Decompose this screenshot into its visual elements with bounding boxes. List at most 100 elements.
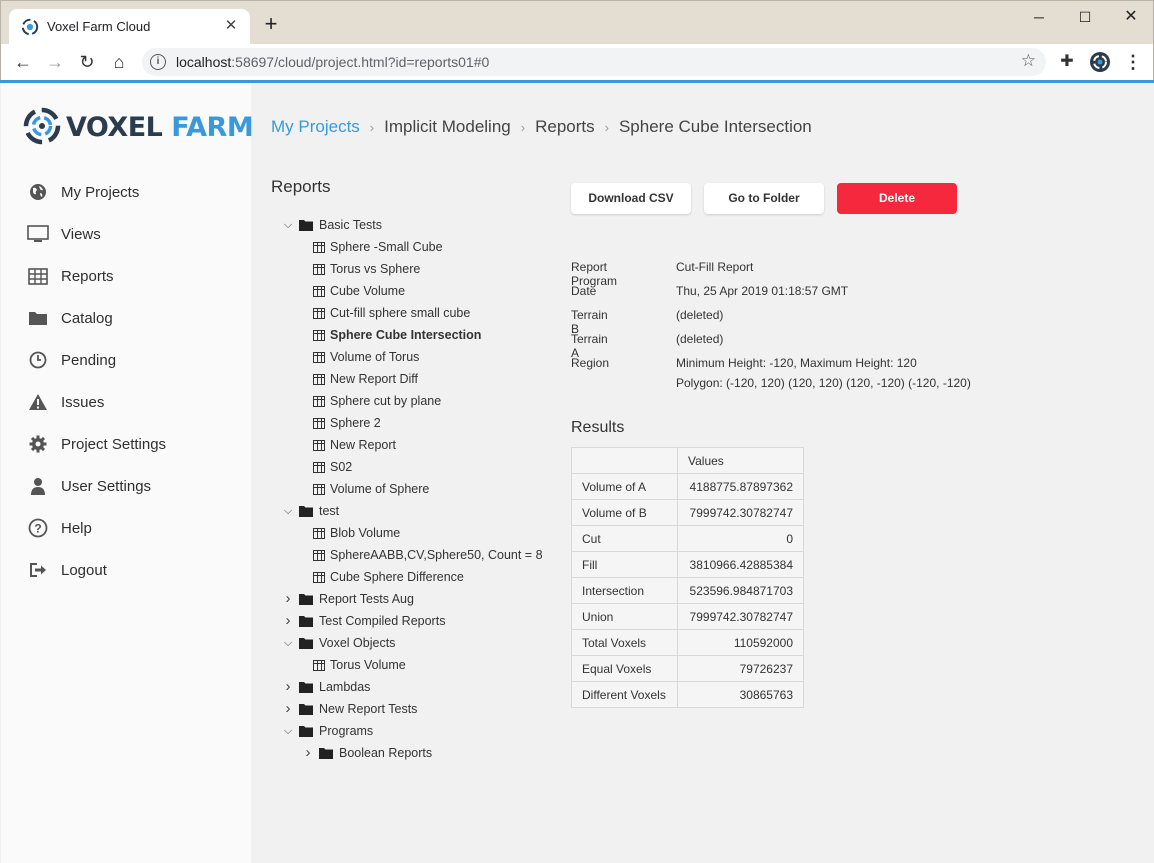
sidebar-item-my-projects[interactable]: My Projects xyxy=(1,171,251,213)
breadcrumb-implicit-modeling[interactable]: Implicit Modeling xyxy=(384,117,511,136)
reload-icon[interactable]: ↻ xyxy=(74,49,100,75)
tree-label: Torus Volume xyxy=(330,658,406,672)
tree-folder[interactable]: ⌵ Programs xyxy=(281,720,543,742)
clock-icon xyxy=(27,349,49,371)
site-info-icon[interactable]: i xyxy=(150,54,166,70)
go-to-folder-button[interactable]: Go to Folder xyxy=(704,183,824,214)
sidebar-item-help[interactable]: ? Help xyxy=(1,507,251,549)
tree-report[interactable]: Cube Volume xyxy=(281,280,543,302)
tree-report[interactable]: Cube Sphere Difference xyxy=(281,566,543,588)
tree-folder[interactable]: › Report Tests Aug xyxy=(281,588,543,610)
maximize-icon[interactable]: ☐ xyxy=(1062,5,1108,29)
new-tab-icon[interactable]: + xyxy=(259,13,283,37)
chevron-down-icon[interactable]: ⌵ xyxy=(281,218,295,232)
download-csv-button[interactable]: Download CSV xyxy=(571,183,691,214)
profile-avatar-icon[interactable] xyxy=(1089,51,1111,73)
tree-report[interactable]: Torus vs Sphere xyxy=(281,258,543,280)
sidebar-item-pending[interactable]: Pending xyxy=(1,339,251,381)
sidebar-item-issues[interactable]: Issues xyxy=(1,381,251,423)
results-row: Different Voxels 30865763 xyxy=(571,681,804,708)
detail-value: Minimum Height: -120, Maximum Height: 12… xyxy=(676,356,917,370)
table-icon xyxy=(313,329,325,341)
sidebar: VOXEL FARM My Projects Views Reports Cat… xyxy=(1,83,254,863)
back-arrow-icon[interactable]: ← xyxy=(10,49,36,75)
results-row: Equal Voxels 79726237 xyxy=(571,655,804,682)
sidebar-item-logout[interactable]: Logout xyxy=(1,549,251,591)
chevron-down-icon[interactable]: ⌵ xyxy=(281,636,295,650)
sidebar-item-catalog[interactable]: Catalog xyxy=(1,297,251,339)
forward-arrow-icon[interactable]: → xyxy=(42,49,68,75)
chevron-right-icon[interactable]: › xyxy=(281,591,295,606)
tree-report[interactable]: New Report xyxy=(281,434,543,456)
chevron-right-icon[interactable]: › xyxy=(301,745,315,760)
result-value: 110592000 xyxy=(677,629,804,656)
chevron-right-icon[interactable]: › xyxy=(281,701,295,716)
tree-folder[interactable]: ⌵ test xyxy=(281,500,543,522)
extensions-puzzle-icon[interactable]: ✚ xyxy=(1057,52,1077,72)
tree-folder[interactable]: › Test Compiled Reports xyxy=(281,610,543,632)
table-icon xyxy=(313,241,325,253)
results-header-cell: Values xyxy=(677,447,804,474)
warning-icon xyxy=(27,391,49,413)
tab-close-icon[interactable]: ✕ xyxy=(220,15,242,37)
results-row: Intersection 523596.984871703 xyxy=(571,577,804,604)
help-icon: ? xyxy=(27,517,49,539)
sidebar-item-views[interactable]: Views xyxy=(1,213,251,255)
breadcrumb-my-projects[interactable]: My Projects xyxy=(271,117,360,136)
tree-folder[interactable]: › Lambdas xyxy=(281,676,543,698)
sidebar-item-label: Issues xyxy=(61,393,105,411)
tree-label: Voxel Objects xyxy=(319,636,396,650)
detail-label: Date xyxy=(571,284,597,298)
detail-value-polygon: Polygon: (-120, 120) (120, 120) (120, -1… xyxy=(676,376,971,390)
breadcrumb-reports[interactable]: Reports xyxy=(535,117,595,136)
minimize-icon[interactable]: ─ xyxy=(1016,5,1062,29)
folder-icon xyxy=(299,616,313,627)
detail-value: Thu, 25 Apr 2019 01:18:57 GMT xyxy=(676,284,849,298)
tree-report[interactable]: Blob Volume xyxy=(281,522,543,544)
chevron-right-icon[interactable]: › xyxy=(281,679,295,694)
folder-icon xyxy=(299,506,313,517)
result-value: 0 xyxy=(677,525,804,552)
results-row: Fill 3810966.42885384 xyxy=(571,551,804,578)
tree-folder[interactable]: ⌵ Basic Tests xyxy=(281,214,543,236)
tree-report[interactable]: S02 xyxy=(281,456,543,478)
tree-report[interactable]: Volume of Sphere xyxy=(281,478,543,500)
breadcrumb-separator-icon: › xyxy=(520,120,526,135)
tree-label: Volume of Sphere xyxy=(330,482,430,496)
logo-word-voxel: VOXEL xyxy=(66,112,163,143)
sidebar-item-user-settings[interactable]: User Settings xyxy=(1,465,251,507)
result-value: 4188775.87897362 xyxy=(677,473,804,500)
home-icon[interactable]: ⌂ xyxy=(106,49,132,75)
browser-menu-icon[interactable]: ⋮ xyxy=(1123,50,1143,74)
window-close-icon[interactable]: ✕ xyxy=(1108,5,1154,29)
sidebar-item-project-settings[interactable]: Project Settings xyxy=(1,423,251,465)
tree-report[interactable]: Torus Volume xyxy=(281,654,543,676)
results-body: Volume of A 4188775.87897362 Volume of B 79… xyxy=(571,473,804,708)
chevron-down-icon[interactable]: ⌵ xyxy=(281,504,295,518)
sidebar-item-label: Project Settings xyxy=(61,435,167,453)
address-bar[interactable]: i localhost:58697/cloud/project.html?id=… xyxy=(142,48,1046,76)
tree-report[interactable]: Sphere cut by plane xyxy=(281,390,543,412)
tree-report[interactable]: SphereAABB,CV,Sphere50, Count = 8 xyxy=(281,544,543,566)
sidebar-item-reports[interactable]: Reports xyxy=(1,255,251,297)
tree-folder[interactable]: › New Report Tests xyxy=(281,698,543,720)
tree-report[interactable]: Sphere Cube Intersection xyxy=(281,324,543,346)
delete-button[interactable]: Delete xyxy=(837,183,957,214)
tree-report[interactable]: Sphere -Small Cube xyxy=(281,236,543,258)
chevron-right-icon[interactable]: › xyxy=(281,613,295,628)
tree-report[interactable]: New Report Diff xyxy=(281,368,543,390)
tree-report[interactable]: Sphere 2 xyxy=(281,412,543,434)
browser-tab[interactable]: Voxel Farm Cloud ✕ xyxy=(9,9,250,45)
table-icon xyxy=(313,461,325,473)
url-text[interactable]: localhost:58697/cloud/project.html?id=re… xyxy=(176,54,489,70)
tree-report[interactable]: Cut-fill sphere small cube xyxy=(281,302,543,324)
tree-folder[interactable]: ⌵ Voxel Objects xyxy=(281,632,543,654)
result-label: Different Voxels xyxy=(571,681,678,708)
tree-label: Sphere cut by plane xyxy=(330,394,442,408)
url-host: localhost xyxy=(176,54,232,70)
bookmark-star-icon[interactable]: ☆ xyxy=(1021,51,1036,71)
tree-report[interactable]: Volume of Torus xyxy=(281,346,543,368)
chevron-down-icon[interactable]: ⌵ xyxy=(281,724,295,738)
folder-icon xyxy=(319,748,333,759)
tree-folder[interactable]: › Boolean Reports xyxy=(281,742,543,764)
